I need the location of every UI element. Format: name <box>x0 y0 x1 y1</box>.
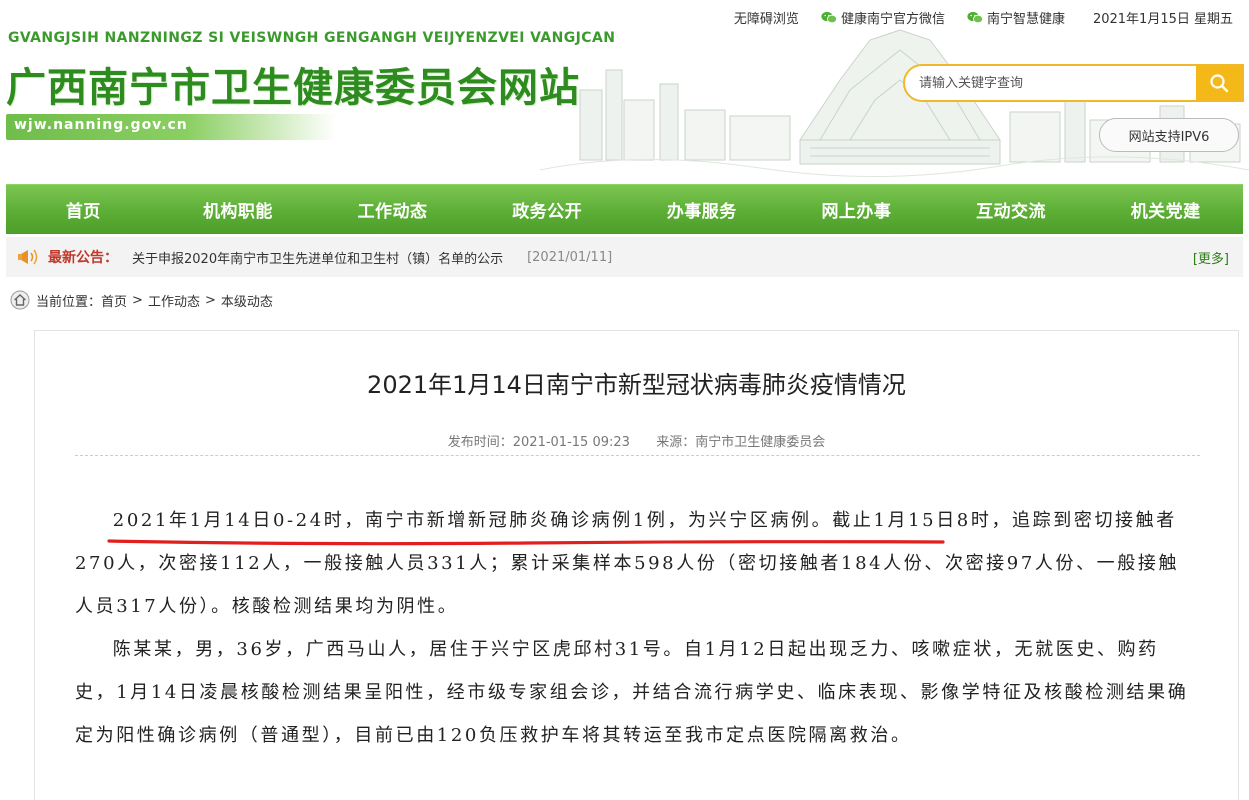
red-underline-annotation <box>107 539 945 546</box>
breadcrumb-separator: > <box>204 292 216 308</box>
notice-date: [2021/01/11] <box>527 249 613 265</box>
site-pinyin-title: GVANGJSIH NANZNINGZ SI VEISWNGH GENGANGH… <box>8 30 616 46</box>
divider <box>75 455 1200 456</box>
wechat-link-smart-health-label: 南宁智慧健康 <box>986 12 1065 27</box>
nav-item-gov-affairs[interactable]: 政务公开 <box>472 197 622 222</box>
article-title: 2021年1月14日南宁市新型冠状病毒肺炎疫情情况 <box>367 371 906 399</box>
nav-item-interaction[interactable]: 互动交流 <box>936 197 1086 222</box>
search-icon <box>1210 74 1229 93</box>
nav-item-services[interactable]: 办事服务 <box>627 197 777 222</box>
paragraph-2: 陈某某，男，36岁，广西马山人，居住于兴宁区虎邱村31号。自1月12日起出现乏力… <box>75 639 1189 746</box>
site-header: GVANGJSIH NANZNINGZ SI VEISWNGH GENGANGH… <box>0 0 1249 183</box>
main-nav: 首页 机构职能 工作动态 政务公开 办事服务 网上办事 互动交流 机关党建 <box>6 184 1243 234</box>
breadcrumb-home[interactable]: 首页 <box>101 291 127 310</box>
home-icon <box>10 290 30 310</box>
article-panel: 2021年1月14日南宁市新型冠状病毒肺炎疫情情况 发布时间：2021-01-1… <box>34 330 1239 800</box>
wechat-link-official[interactable]: 健康南宁官方微信 <box>821 8 945 27</box>
nav-item-home[interactable]: 首页 <box>8 197 158 222</box>
notice-label: 最新公告： <box>48 250 118 266</box>
nav-item-functions[interactable]: 机构职能 <box>163 197 313 222</box>
wechat-icon <box>967 11 983 24</box>
nav-item-party-building[interactable]: 机关党建 <box>1091 197 1241 222</box>
ipv6-badge[interactable]: 网站支持IPV6 <box>1099 118 1239 152</box>
wechat-icon <box>821 11 837 24</box>
notice-link[interactable]: 关于申报2020年南宁市卫生先进单位和卫生村（镇）名单的公示 <box>132 248 503 267</box>
site-title: 广西南宁市卫生健康委员会网站 <box>6 65 580 111</box>
wechat-link-official-label: 健康南宁官方微信 <box>840 12 945 27</box>
publish-time: 发布时间：2021-01-15 09:23 <box>447 435 630 450</box>
nav-item-work-news[interactable]: 工作动态 <box>318 197 468 222</box>
wechat-link-smart-health[interactable]: 南宁智慧健康 <box>967 8 1065 27</box>
breadcrumb-label: 当前位置： <box>36 294 102 310</box>
breadcrumb-separator: > <box>132 292 143 308</box>
article-meta: 发布时间：2021-01-15 09:23 来源：南宁市卫生健康委员会 <box>35 431 1238 450</box>
paragraph-1: 2021年1月14日0-24时，南宁市新增新冠肺炎确诊病例1例，为兴宁区病例。截… <box>75 510 1180 617</box>
search-box <box>903 64 1244 102</box>
bell-icon <box>18 249 38 265</box>
breadcrumb-current[interactable]: 本级动态 <box>221 291 273 310</box>
current-date: 2021年1月15日 星期五 <box>1092 12 1233 27</box>
article-source: 来源：南宁市卫生健康委员会 <box>656 435 826 450</box>
more-link[interactable]: [更多] <box>1193 248 1229 267</box>
nav-item-online-services[interactable]: 网上办事 <box>781 197 931 222</box>
search-button[interactable] <box>1196 66 1242 100</box>
top-links: 无障碍浏览 健康南宁官方微信 南宁智慧健康 2021年1月15日 星期五 <box>734 8 1233 27</box>
notice-bar: 最新公告： 关于申报2020年南宁市卫生先进单位和卫生村（镇）名单的公示 [20… <box>6 237 1243 277</box>
accessibility-link[interactable]: 无障碍浏览 <box>734 8 799 27</box>
search-input[interactable] <box>905 66 1195 100</box>
breadcrumb: 当前位置： 首页 > 工作动态 > 本级动态 <box>10 290 273 310</box>
breadcrumb-work-news[interactable]: 工作动态 <box>148 291 200 310</box>
site-domain: wjw.nanning.gov.cn <box>14 117 188 133</box>
